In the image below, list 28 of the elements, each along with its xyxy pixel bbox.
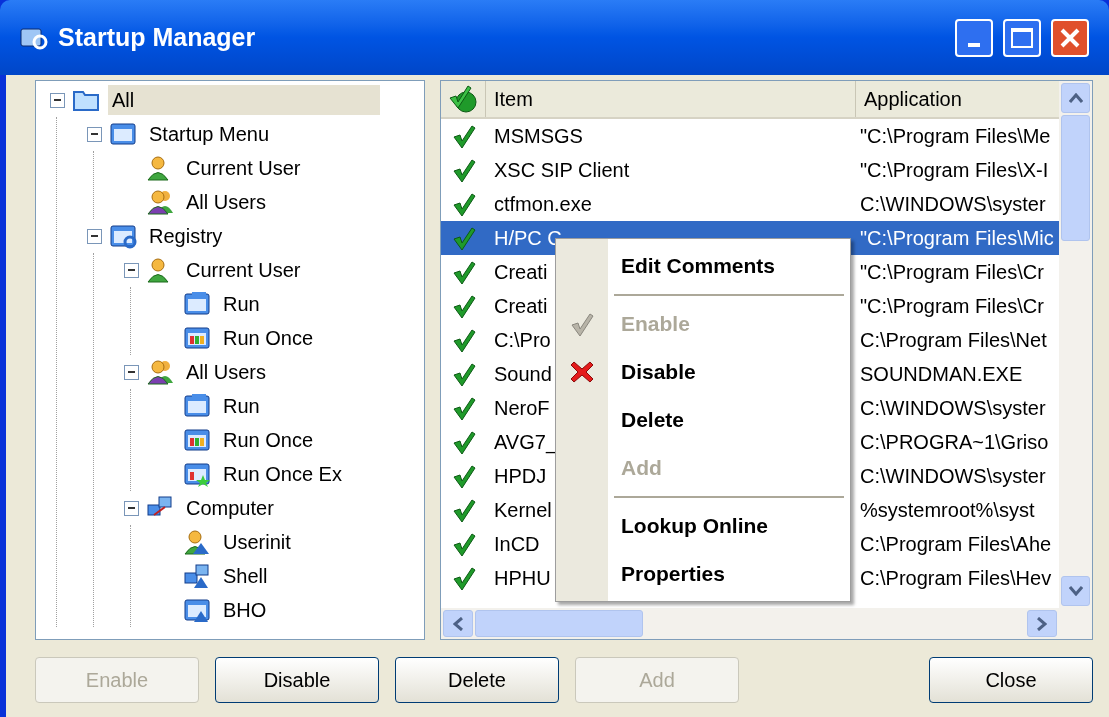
table-cell-text: "C:\Program Files\Me	[859, 124, 1052, 149]
table-cell: Kernel	[494, 499, 552, 521]
table-cell: ctfmon.exe	[494, 193, 592, 215]
table-cell: NeroF	[494, 397, 550, 419]
table-cell-text: "C:\Program Files\Cr	[859, 260, 1045, 285]
table-cell-text: C:\PROGRA~1\Griso	[859, 430, 1050, 455]
table-cell-text: C:\WINDOWS\syster	[859, 192, 1047, 217]
table-cell-text: C:\WINDOWS\syster	[859, 396, 1047, 421]
table-cell-text: C:\Program Files\Ahe	[859, 532, 1053, 557]
table-cell: HPHU	[494, 567, 551, 589]
table-cell-text: "C:\Program Files\Mic	[859, 226, 1055, 251]
table-cell: HPDJ	[494, 465, 547, 487]
window-title: Startup Manager	[58, 21, 257, 53]
table-cell-text: "C:\Program Files\X-I	[859, 158, 1050, 183]
table-cell-text: %systemroot%\syst	[859, 498, 1036, 523]
table-cell: C:\Pro	[494, 329, 551, 351]
table-cell: XSC SIP Client	[494, 159, 630, 181]
table-cell: Creati	[494, 295, 548, 317]
table-cell-text: C:\Program Files\Hev	[859, 566, 1053, 591]
table-cell-text: SOUNDMAN.EXE	[859, 362, 1024, 387]
table-cell-text: C:\Program Files\Net	[859, 328, 1048, 353]
table-cell-text: C:\WINDOWS\syster	[859, 464, 1047, 489]
table-cell: AVG7_	[494, 431, 557, 453]
table-cell-text: "C:\Program Files\Cr	[859, 294, 1045, 319]
table-cell: MSMSGS	[494, 125, 583, 147]
table-cell: Creati	[494, 261, 548, 283]
table-cell: Sound	[494, 363, 552, 385]
table-cell: InCD	[494, 533, 540, 555]
